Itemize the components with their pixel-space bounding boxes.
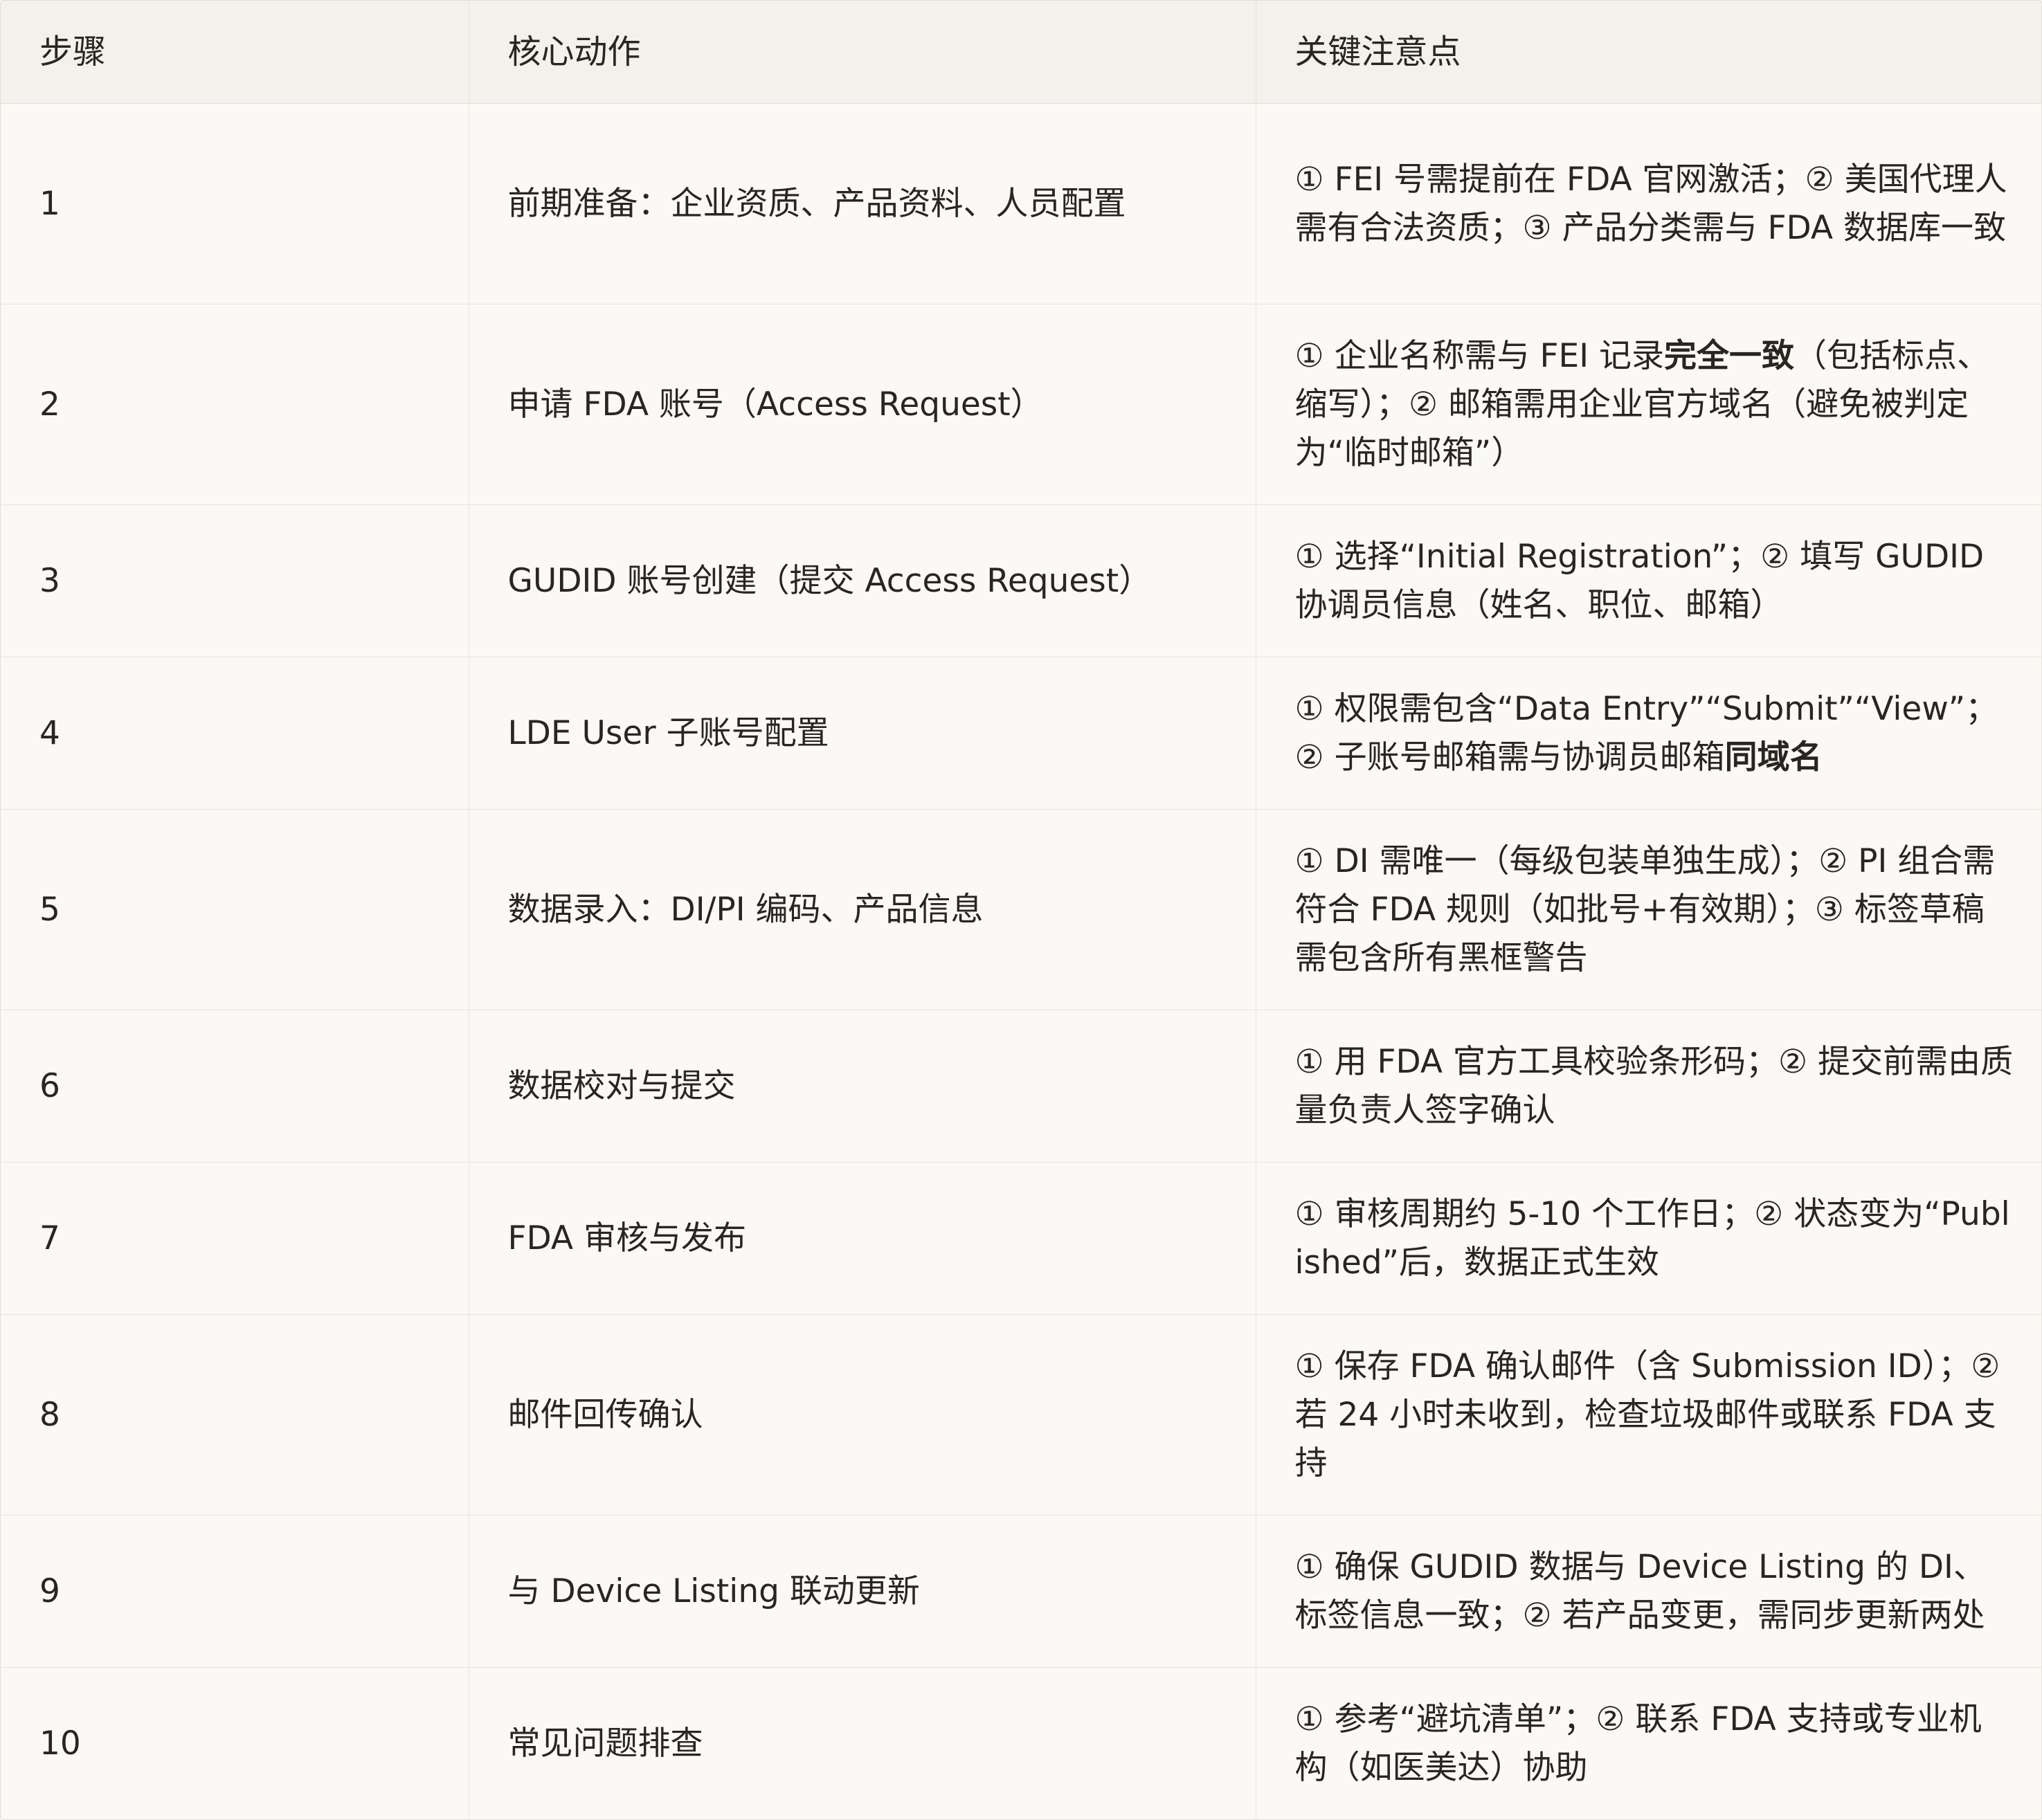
core-action: 申请 FDA 账号（Access Request） [468,304,1256,505]
table-row: 9与 Device Listing 联动更新 ① 确保 GUDID 数据与 Dev… [1,1515,2041,1668]
step-number: 4 [1,657,469,810]
core-action: 与 Device Listing 联动更新 [468,1515,1256,1668]
header-notes: 关键注意点 [1255,1,2041,104]
key-notes-text: ① DI 需唯一（每级包装单独生成）；② PI 组合需符合 FDA 规则（如批号… [1295,837,2014,983]
key-notes: ① 企业名称需与 FEI 记录完全一致（包括标点、缩写）；② 邮箱需用企业官方域… [1255,304,2041,505]
key-notes: ① 审核周期约 5-10 个工作日；② 状态变为“Published”后，数据正… [1255,1162,2041,1315]
key-notes: ① 参考“避坑清单”；② 联系 FDA 支持或专业机构（如医美达）协助 [1255,1667,2041,1819]
note-text: ① 企业名称需与 FEI 记录 [1294,336,1665,375]
note-text: ① 确保 GUDID 数据与 Device Listing 的 DI、标签信息一… [1294,1547,1986,1635]
table-row: 3 GUDID 账号创建（提交 Access Request） ① 选择“Initi… [1,504,2041,657]
key-notes-text: ① 参考“避坑清单”；② 联系 FDA 支持或专业机构（如医美达）协助 [1295,1695,2014,1792]
key-notes: ① 确保 GUDID 数据与 Device Listing 的 DI、标签信息一… [1255,1515,2041,1668]
note-text: ① 用 FDA 官方工具校验条形码；② 提交前需由质量负责人签字确认 [1294,1042,2014,1129]
step-number: 6 [1,1010,469,1163]
step-number: 5 [1,809,469,1010]
key-notes: ① 保存 FDA 确认邮件（含 Submission ID）；② 若 24 小时… [1255,1314,2041,1516]
key-notes-text: ① 权限需包含“Data Entry”“Submit”“View”；② 子账号邮… [1295,685,2014,782]
step-number: 2 [1,304,469,505]
emphasis-text: 同域名 [1724,738,1823,776]
key-notes: ① 用 FDA 官方工具校验条形码；② 提交前需由质量负责人签字确认 [1255,1010,2041,1163]
note-text: ① FEI 号需提前在 FDA 官网激活；② 美国代理人需有合法资质；③ 产品分… [1294,160,2007,247]
core-action: 前期准备：企业资质、产品资料、人员配置 [468,103,1256,304]
step-number: 8 [1,1314,469,1516]
key-notes-text: ① 企业名称需与 FEI 记录完全一致（包括标点、缩写）；② 邮箱需用企业官方域… [1295,332,2014,477]
note-text: ① 选择“Initial Registration”；② 填写 GUDID 协调… [1294,537,1985,624]
core-action: 数据录入：DI/PI 编码、产品信息 [468,809,1256,1010]
key-notes: ① DI 需唯一（每级包装单独生成）；② PI 组合需符合 FDA 规则（如批号… [1255,809,2041,1010]
core-action: GUDID 账号创建（提交 Access Request） [468,504,1256,657]
table-header: 步骤 核心动作 关键注意点 [1,1,2041,104]
step-number: 7 [1,1162,469,1315]
key-notes-text: ① 确保 GUDID 数据与 Device Listing 的 DI、标签信息一… [1295,1543,2014,1640]
step-number: 9 [1,1515,469,1668]
core-action: 常见问题排查 [468,1667,1256,1819]
note-text: ① 参考“避坑清单”；② 联系 FDA 支持或专业机构（如医美达）协助 [1294,1700,1982,1787]
table-row: 6 数据校对与提交 ① 用 FDA 官方工具校验条形码；② 提交前需由质量负责人签字… [1,1010,2041,1163]
core-action: LDE User 子账号配置 [468,657,1256,810]
key-notes-text: ① 保存 FDA 确认邮件（含 Submission ID）；② 若 24 小时… [1295,1343,2014,1488]
header-row: 步骤 核心动作 关键注意点 [1,1,2041,104]
table-row: 4 LDE User 子账号配置 ① 权限需包含“Data Entry”“Submi… [1,657,2041,810]
step-number: 3 [1,504,469,657]
steps-table-container: 步骤 核心动作 关键注意点 1 前期准备：企业资质、产品资料、人员配置 ① FEI … [0,0,2042,1820]
key-notes-text: ① FEI 号需提前在 FDA 官网激活；② 美国代理人需有合法资质；③ 产品分… [1295,156,2014,253]
core-action: 邮件回传确认 [468,1314,1256,1516]
key-notes-text: ① 选择“Initial Registration”；② 填写 GUDID 协调… [1295,533,2014,630]
table-row: 5 数据录入：DI/PI 编码、产品信息 ① DI 需唯一（每级包装单独生成）；② … [1,809,2041,1010]
note-text: ① 审核周期约 5-10 个工作日；② 状态变为“Published”后，数据正… [1294,1194,2010,1282]
header-action: 核心动作 [468,1,1256,104]
core-action: FDA 审核与发布 [468,1162,1256,1315]
step-number: 1 [39,184,60,223]
table-row: 8 邮件回传确认 ① 保存 FDA 确认邮件（含 Submission ID）；② … [1,1314,2041,1516]
key-notes-text: ① 用 FDA 官方工具校验条形码；② 提交前需由质量负责人签字确认 [1295,1038,2014,1135]
key-notes: ① 权限需包含“Data Entry”“Submit”“View”；② 子账号邮… [1255,657,2041,810]
note-text: ① 保存 FDA 确认邮件（含 Submission ID）；② 若 24 小时… [1294,1347,2000,1482]
table-row: 1 前期准备：企业资质、产品资料、人员配置 ① FEI 号需提前在 FDA 官网激活… [1,103,2041,304]
note-text: ① 权限需包含“Data Entry”“Submit”“View”；② 子账号邮… [1294,689,1998,776]
emphasis-text: 完全一致 [1664,336,1795,375]
table-body: 1 前期准备：企业资质、产品资料、人员配置 ① FEI 号需提前在 FDA 官网激活… [1,103,2041,1819]
key-notes: ① 选择“Initial Registration”；② 填写 GUDID 协调… [1255,504,2041,657]
header-step: 步骤 [1,1,469,104]
table-row: 10 常见问题排查 ① 参考“避坑清单”；② 联系 FDA 支持或专业机构（如医美达… [1,1667,2041,1819]
steps-table: 步骤 核心动作 关键注意点 1 前期准备：企业资质、产品资料、人员配置 ① FEI … [1,1,2041,1819]
key-notes: ① FEI 号需提前在 FDA 官网激活；② 美国代理人需有合法资质；③ 产品分… [1255,103,2041,304]
key-notes-text: ① 审核周期约 5-10 个工作日；② 状态变为“Published”后，数据正… [1295,1190,2014,1287]
note-text: ① DI 需唯一（每级包装单独生成）；② PI 组合需符合 FDA 规则（如批号… [1294,841,1996,977]
table-row: 2 申请 FDA 账号（Access Request） ① 企业名称需与 FEI 记… [1,304,2041,505]
core-action: 数据校对与提交 [468,1010,1256,1163]
step-number: 10 [1,1667,469,1819]
table-row: 7 FDA 审核与发布 ① 审核周期约 5-10 个工作日；② 状态变为“Publi… [1,1162,2041,1315]
